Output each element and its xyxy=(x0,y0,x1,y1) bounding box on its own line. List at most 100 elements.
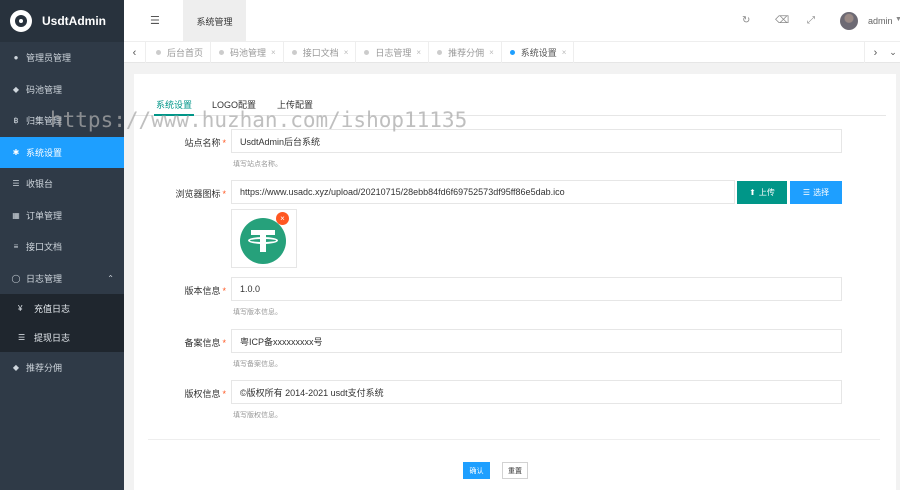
form-tabs: 系统设置 LOGO配置 上传配置 xyxy=(134,74,886,116)
sidebar-subitem-label: 提现日志 xyxy=(34,333,71,343)
fullscreen-icon[interactable]: ⤢ xyxy=(807,15,815,26)
tabs-scroll-right-icon[interactable]: › xyxy=(864,42,886,63)
tabs-bar: ‹ 后台首页 码池管理 × 接口文档 × 日志管理 × 推荐分佣 × 系统设置 xyxy=(124,42,900,63)
settings-card: 系统设置 LOGO配置 上传配置 站点名称* 填写站点名称。 浏览器图标* ⬆上… xyxy=(134,74,896,490)
header-tab-system[interactable]: 系统管理 xyxy=(183,0,246,42)
label-text: 备案信息 xyxy=(184,338,221,348)
diamond-icon: ◆ xyxy=(12,363,20,373)
tether-logo-icon xyxy=(240,218,286,264)
upload-button[interactable]: ⬆ 上传 xyxy=(737,181,787,204)
tab-api-docs[interactable]: 接口文档 × xyxy=(284,42,357,63)
form-tab-logo[interactable]: LOGO配置 xyxy=(212,98,256,111)
version-label: 版本信息 * xyxy=(134,284,226,297)
refresh-icon[interactable]: ↻ xyxy=(742,15,750,26)
sidebar-item-label: 订单管理 xyxy=(26,210,63,221)
reset-button[interactable]: 重置 xyxy=(502,462,528,479)
tab-dot xyxy=(364,50,370,55)
avatar[interactable] xyxy=(840,12,858,30)
trash-icon[interactable]: ⌫ xyxy=(775,15,789,26)
sidebar-item-system-settings[interactable]: ✱ 系统设置 xyxy=(0,136,124,168)
table-icon: ▦ xyxy=(12,210,20,220)
list-icon: ☰ xyxy=(12,179,20,189)
app-logo[interactable]: UsdtAdmin xyxy=(0,0,124,42)
close-icon[interactable]: × xyxy=(344,48,349,57)
sidebar-item-label: 管理员管理 xyxy=(26,53,72,64)
label-text: 站点名称 xyxy=(184,138,221,148)
bitcoin-icon: ฿ xyxy=(13,116,19,126)
required-mark: * xyxy=(222,138,226,148)
select-button[interactable]: ☰ 选择 xyxy=(790,181,842,204)
sidebar-item-logs[interactable]: ◯ 日志管理 ⌃ xyxy=(0,263,124,295)
icp-label: 备案信息 * xyxy=(134,336,226,349)
form-tab-system[interactable]: 系统设置 xyxy=(156,98,192,111)
user-icon: ● xyxy=(13,53,19,63)
version-tip: 填写版本信息。 xyxy=(233,309,282,316)
menu-toggle-icon[interactable]: ☰ xyxy=(150,14,160,27)
tab-code-pool[interactable]: 码池管理 × xyxy=(211,42,284,63)
page-tabs: 后台首页 码池管理 × 接口文档 × 日志管理 × 推荐分佣 × 系统设置 × xyxy=(148,42,575,63)
tab-dot xyxy=(291,50,297,55)
label-text: 版权信息 xyxy=(184,389,221,399)
gear-icon: ✱ xyxy=(12,147,20,157)
tabs-menu-chevron-down-icon[interactable]: ⌄ xyxy=(886,42,900,63)
sidebar-item-api-docs[interactable]: ≡ 接口文档 xyxy=(0,231,124,263)
form-tab-underline xyxy=(154,114,194,116)
favicon-input[interactable] xyxy=(231,180,735,204)
close-icon[interactable]: × xyxy=(562,48,567,57)
sidebar-item-label: 接口文档 xyxy=(26,242,63,253)
version-input[interactable] xyxy=(231,277,842,301)
sidebar-subitem-label: 充值日志 xyxy=(34,304,71,314)
upload-icon: ⬆ xyxy=(749,188,756,197)
form-tab-upload[interactable]: 上传配置 xyxy=(277,98,313,111)
app-name: UsdtAdmin xyxy=(42,14,106,28)
site-name-tip: 填写站点名称。 xyxy=(233,161,282,168)
sidebar: UsdtAdmin ● 管理员管理 ◆ 码池管理 ฿ 归集管理 ✱ 系统设置 ☰… xyxy=(0,0,124,490)
sidebar-item-referral[interactable]: ◆ 推荐分佣 xyxy=(0,352,124,384)
sidebar-item-cashier[interactable]: ☰ 收银台 xyxy=(0,168,124,200)
sidebar-subitem-recharge-log[interactable]: ¥ 充值日志 xyxy=(0,294,124,323)
diamond-icon: ◆ xyxy=(12,84,20,94)
sidebar-subitem-withdraw-log[interactable]: ☰ 提现日志 xyxy=(0,323,124,352)
list-icon: ☰ xyxy=(18,333,26,342)
tab-dot xyxy=(219,50,225,55)
top-header: ☰ 系统管理 ↻ ⌫ ⤢ admin ▼ xyxy=(124,0,900,42)
user-name[interactable]: admin xyxy=(868,16,893,26)
site-name-label: 站点名称 * xyxy=(134,136,226,149)
sidebar-item-label: 系统设置 xyxy=(26,147,63,158)
form-divider xyxy=(148,439,880,440)
sidebar-item-orders[interactable]: ▦ 订单管理 xyxy=(0,200,124,232)
tab-label: 码池管理 xyxy=(230,48,267,58)
sidebar-item-label: 归集管理 xyxy=(26,116,63,127)
confirm-button[interactable]: 确认 xyxy=(463,462,490,479)
required-mark: * xyxy=(222,286,226,296)
sidebar-item-collection[interactable]: ฿ 归集管理 xyxy=(0,105,124,137)
copyright-tip: 填写版权信息。 xyxy=(233,412,282,419)
tab-system-settings[interactable]: 系统设置 × xyxy=(502,42,575,63)
list-icon: ☰ xyxy=(802,188,811,197)
chevron-up-icon: ⌃ xyxy=(107,273,114,283)
close-icon[interactable]: × xyxy=(416,48,421,57)
tab-logs[interactable]: 日志管理 × xyxy=(356,42,430,63)
sidebar-item-code-pool[interactable]: ◆ 码池管理 xyxy=(0,74,124,106)
tab-home[interactable]: 后台首页 xyxy=(148,42,212,63)
required-mark: * xyxy=(222,189,226,199)
caret-down-icon[interactable]: ▼ xyxy=(895,16,900,23)
tabs-scroll-left-icon[interactable]: ‹ xyxy=(124,42,146,63)
label-text: 版本信息 xyxy=(184,286,221,296)
tab-dot xyxy=(156,50,161,55)
copyright-input[interactable] xyxy=(231,380,842,404)
tab-label: 系统设置 xyxy=(520,48,557,58)
sidebar-item-label: 收银台 xyxy=(26,179,54,190)
close-icon[interactable]: × xyxy=(271,48,276,57)
close-icon[interactable]: × xyxy=(489,48,494,57)
film-reel-icon xyxy=(10,10,32,32)
icp-tip: 填写备案信息。 xyxy=(233,361,282,368)
site-name-input[interactable] xyxy=(231,129,842,153)
icp-input[interactable] xyxy=(231,329,842,353)
tab-label: 日志管理 xyxy=(375,48,412,58)
remove-image-close-icon[interactable]: × xyxy=(276,212,289,225)
sidebar-item-admin[interactable]: ● 管理员管理 xyxy=(0,42,124,74)
tab-referral[interactable]: 推荐分佣 × xyxy=(429,42,502,63)
tab-label: 后台首页 xyxy=(167,48,204,58)
clock-icon: ◯ xyxy=(11,273,21,283)
